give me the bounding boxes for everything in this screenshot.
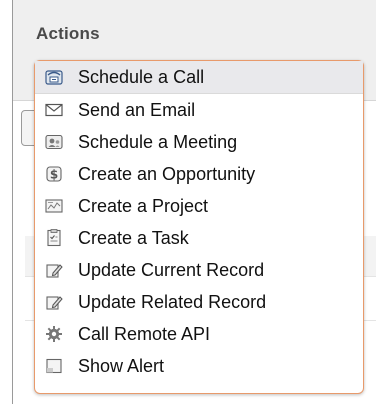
menu-item-create-opportunity[interactable]: $ Create an Opportunity <box>35 158 363 190</box>
menu-item-label: Update Related Record <box>78 292 267 312</box>
phone-icon <box>45 70 63 85</box>
menu-item-label: Create a Task <box>78 228 189 248</box>
menu-item-label: Call Remote API <box>78 324 211 344</box>
menu-item-label: Send an Email <box>78 100 196 120</box>
envelope-icon <box>45 103 63 117</box>
menu-item-show-alert[interactable]: Show Alert <box>35 350 363 382</box>
menu-item-update-current-record[interactable]: Update Current Record <box>35 254 363 286</box>
menu-item-label: Create a Project <box>78 196 209 216</box>
alert-icon <box>46 358 62 374</box>
menu-item-create-task[interactable]: Create a Task <box>35 222 363 254</box>
menu-item-label: Update Current Record <box>78 260 265 280</box>
project-icon <box>45 199 63 213</box>
gear-icon <box>46 326 62 342</box>
menu-item-label: Schedule a Meeting <box>78 132 238 152</box>
actions-dropdown-menu: Schedule a Call Send an Email Schedule a… <box>34 60 364 394</box>
menu-item-schedule-call[interactable]: Schedule a Call <box>35 61 363 94</box>
task-icon <box>47 229 61 247</box>
panel-title: Actions <box>36 24 100 43</box>
svg-text:$: $ <box>50 168 58 182</box>
edit-icon <box>46 264 63 278</box>
menu-item-send-email[interactable]: Send an Email <box>35 94 363 126</box>
menu-item-label: Schedule a Call <box>78 67 205 87</box>
menu-item-update-related-record[interactable]: Update Related Record <box>35 286 363 318</box>
menu-item-label: Create an Opportunity <box>78 164 256 184</box>
edit-related-icon <box>46 296 63 310</box>
menu-item-schedule-meeting[interactable]: Schedule a Meeting <box>35 126 363 158</box>
menu-item-create-project[interactable]: Create a Project <box>35 190 363 222</box>
app-frame: Actions Schedule a Call Send an Email Sc… <box>0 0 376 404</box>
meeting-icon <box>45 134 63 150</box>
menu-item-label: Show Alert <box>78 356 165 376</box>
menu-item-call-remote-api[interactable]: Call Remote API <box>35 318 363 350</box>
dollar-icon: $ <box>46 166 62 182</box>
